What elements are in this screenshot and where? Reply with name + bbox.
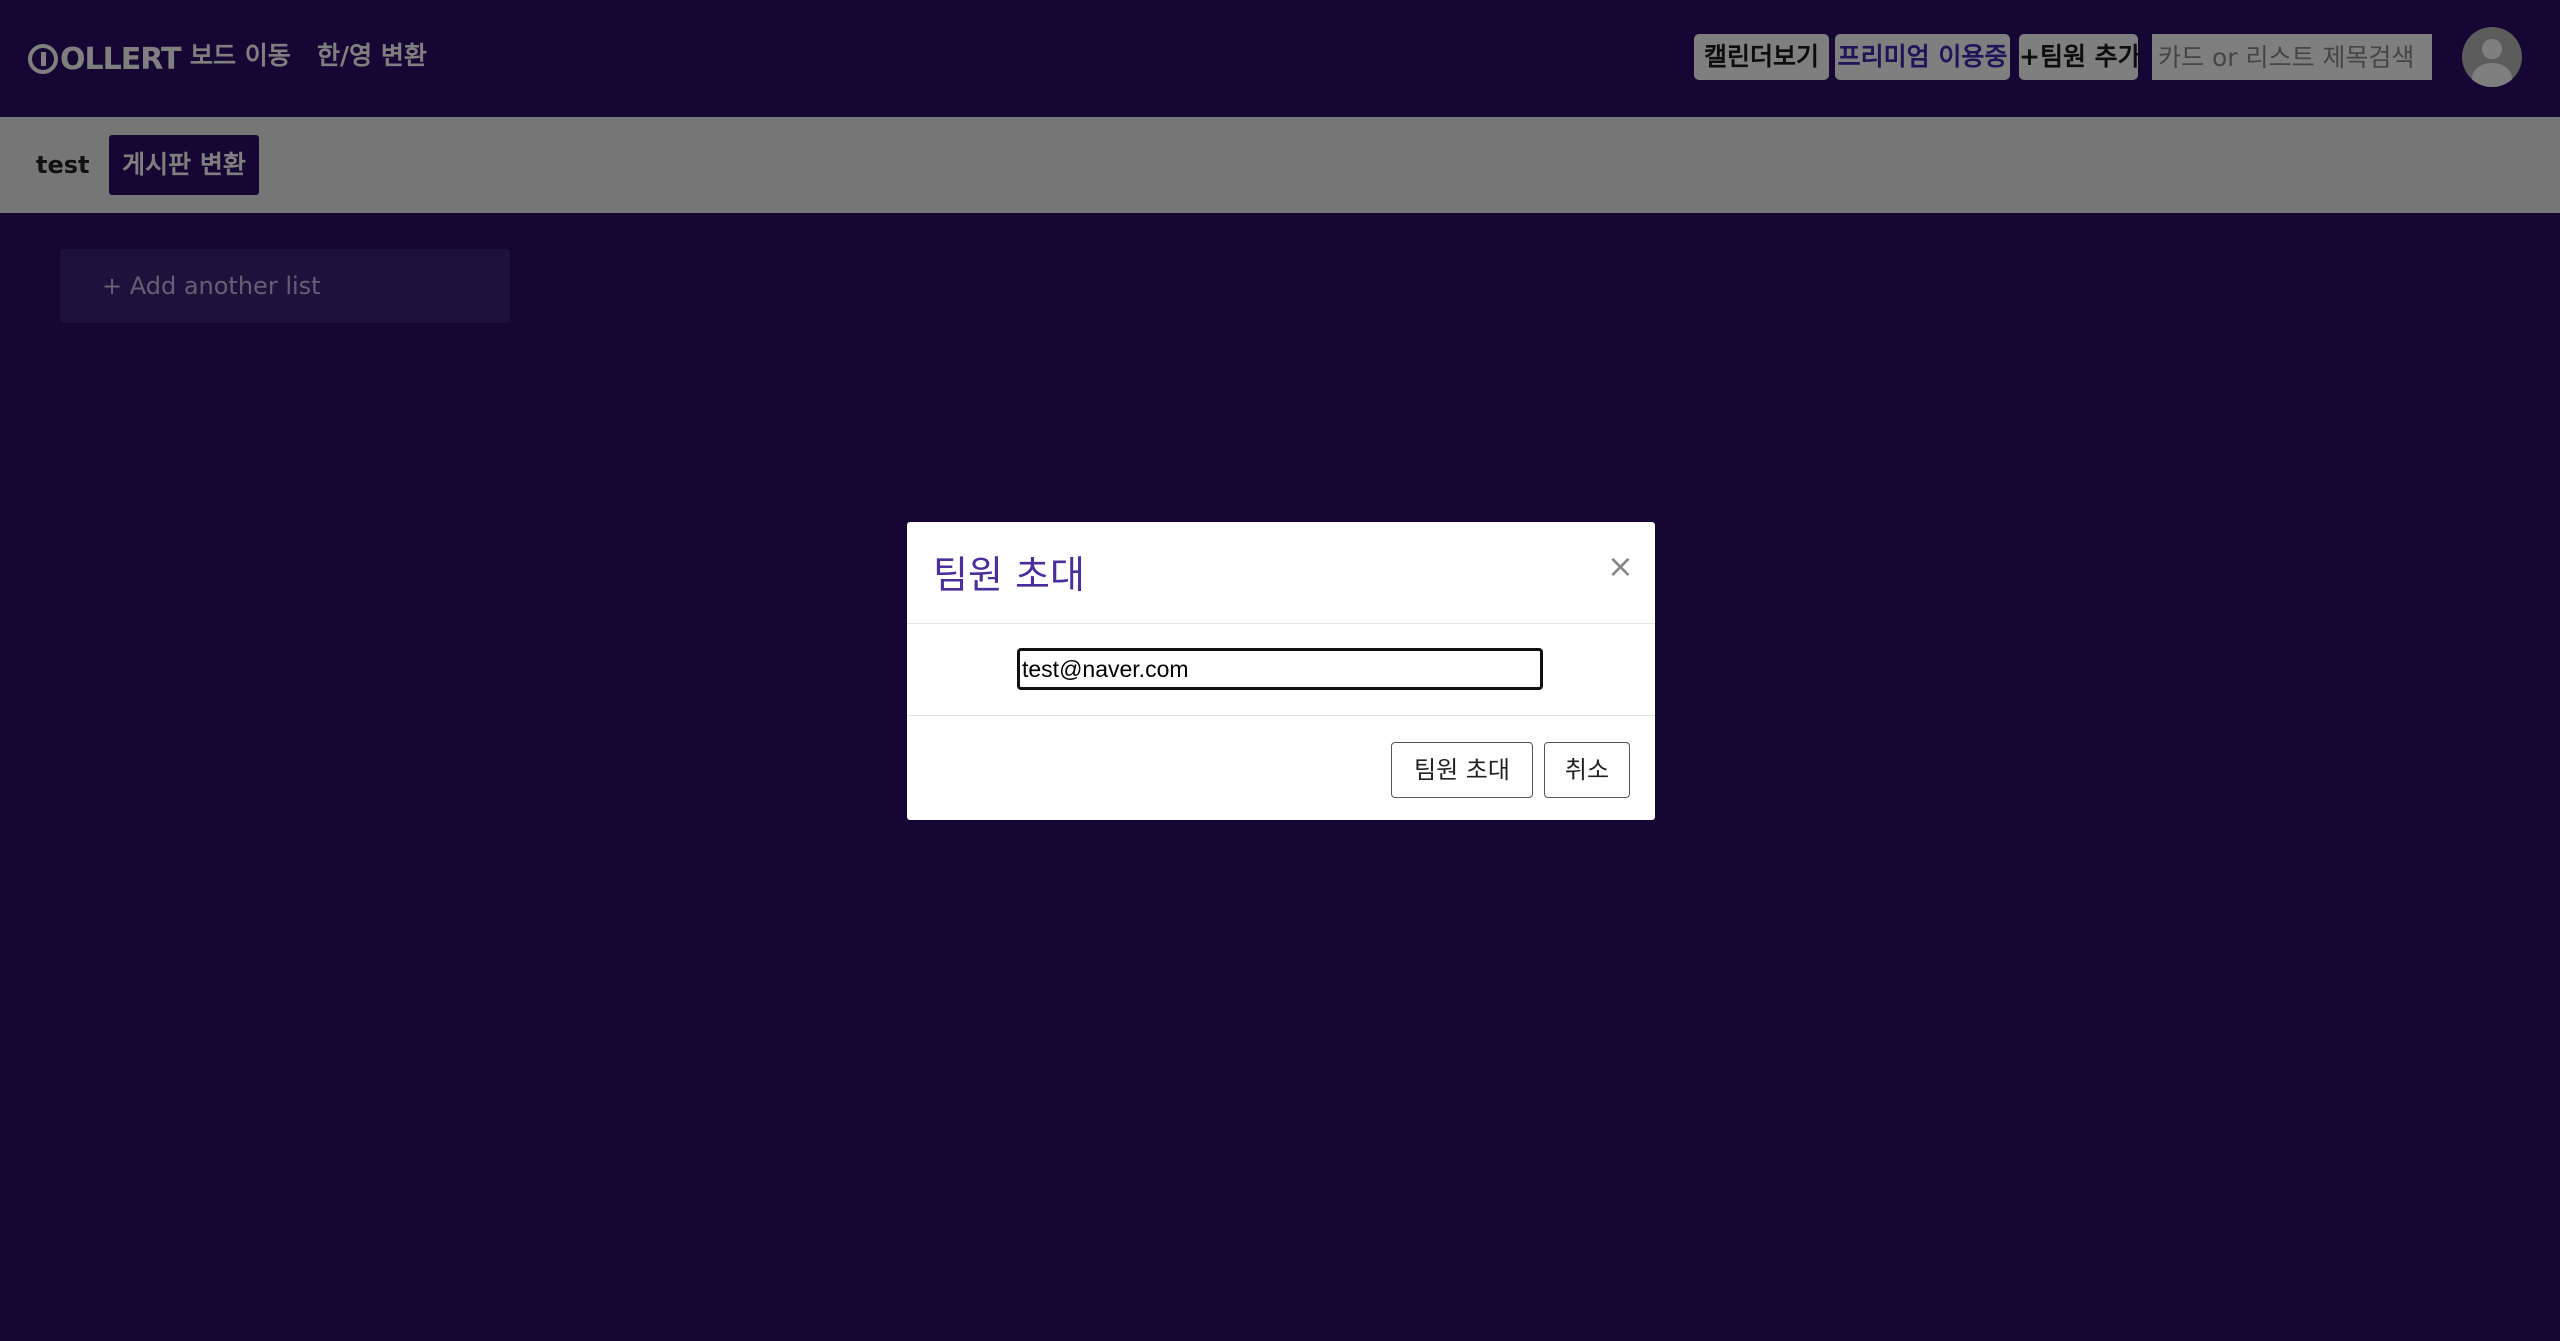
email-field[interactable] [1017, 648, 1543, 690]
modal-body [907, 624, 1655, 716]
modal-header: 팀원 초대 × [907, 522, 1655, 624]
modal-footer: 팀원 초대 취소 [907, 716, 1655, 820]
invite-button[interactable]: 팀원 초대 [1391, 742, 1533, 798]
cancel-button[interactable]: 취소 [1544, 742, 1630, 798]
modal-title: 팀원 초대 [933, 553, 1085, 597]
invite-member-dialog: 팀원 초대 × 팀원 초대 취소 [907, 522, 1655, 820]
close-icon[interactable]: × [1607, 548, 1634, 584]
